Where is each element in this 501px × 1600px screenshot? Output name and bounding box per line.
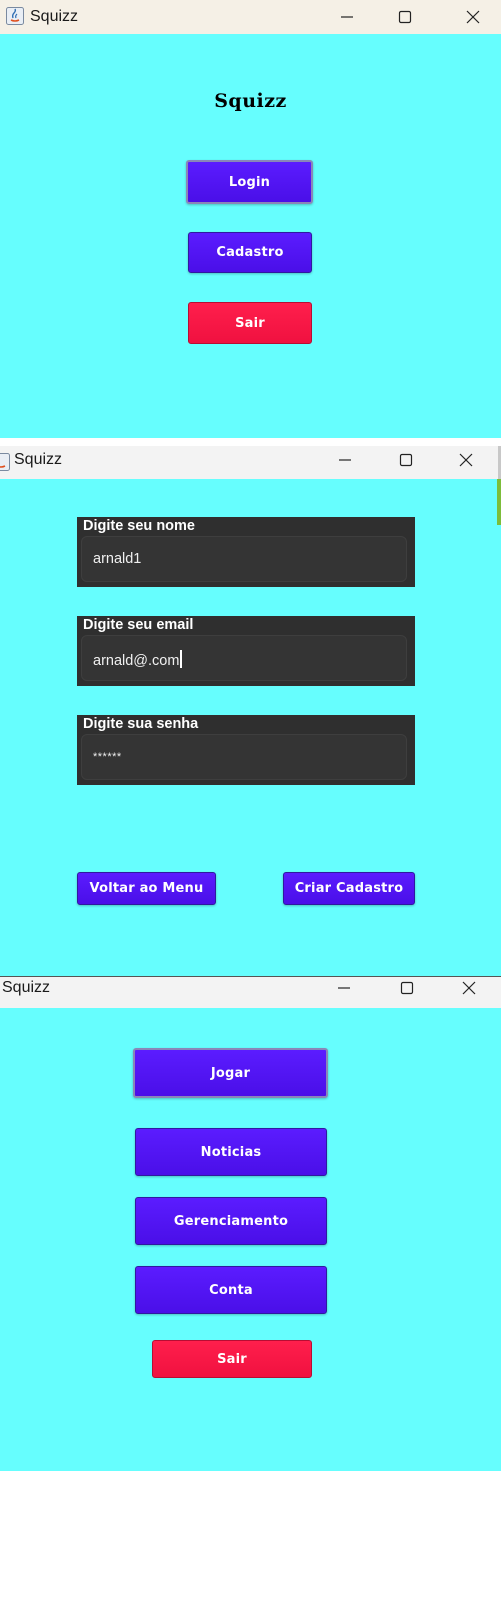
minimize-icon xyxy=(341,16,353,18)
name-value: arnald1 xyxy=(93,551,142,567)
minimize-button[interactable] xyxy=(322,446,368,477)
maximize-icon xyxy=(398,10,412,24)
text-caret xyxy=(180,650,182,668)
maximize-icon xyxy=(399,453,413,467)
minimize-icon xyxy=(338,987,350,989)
window-border-accent xyxy=(497,479,501,525)
name-label: Digite seu nome xyxy=(83,518,195,534)
game-menu-window: Squizz Jogar Noticias Gerenciamento Cont… xyxy=(0,976,501,1471)
signup-form-panel: Digite seu nome arnald1 Digite seu email… xyxy=(0,479,501,978)
title-bar: Squizz xyxy=(0,446,501,479)
minimize-icon xyxy=(339,459,351,461)
back-to-menu-button[interactable]: Voltar ao Menu xyxy=(77,872,216,905)
management-button[interactable]: Gerenciamento xyxy=(135,1197,327,1245)
close-icon xyxy=(462,981,476,995)
password-field-group: Digite sua senha ****** xyxy=(77,715,415,785)
minimize-button[interactable] xyxy=(321,976,367,1005)
email-field-group: Digite seu email arnald@.com xyxy=(77,616,415,686)
minimize-button[interactable] xyxy=(324,0,370,34)
account-button[interactable]: Conta xyxy=(135,1266,327,1314)
maximize-icon xyxy=(400,981,414,995)
close-icon xyxy=(466,10,480,24)
email-value-wrap: arnald@.com xyxy=(93,650,182,669)
signup-window: Squizz Digite seu nome arnald1 Digite se… xyxy=(0,446,501,978)
close-button[interactable] xyxy=(446,976,492,1005)
menu-panel: Squizz Login Cadastro Sair xyxy=(0,34,501,438)
login-menu-window: Squizz Squizz Login Cadastro Sair xyxy=(0,0,501,438)
login-button[interactable]: Login xyxy=(186,160,313,204)
java-app-icon xyxy=(0,453,10,471)
maximize-button[interactable] xyxy=(384,976,430,1005)
window-title: Squizz xyxy=(2,979,51,996)
news-button[interactable]: Noticias xyxy=(135,1128,327,1176)
exit-button[interactable]: Sair xyxy=(188,302,312,344)
password-label: Digite sua senha xyxy=(83,716,199,732)
app-heading: Squizz xyxy=(214,90,287,112)
email-label: Digite seu email xyxy=(83,617,194,633)
java-app-icon xyxy=(6,7,24,25)
email-value: arnald@.com xyxy=(93,653,180,669)
create-account-button[interactable]: Criar Cadastro xyxy=(283,872,415,905)
maximize-button[interactable] xyxy=(382,0,428,34)
name-input[interactable]: arnald1 xyxy=(81,536,407,582)
title-bar: Squizz xyxy=(0,976,501,1009)
signup-button[interactable]: Cadastro xyxy=(188,232,312,273)
close-icon xyxy=(459,453,473,467)
name-field-group: Digite seu nome arnald1 xyxy=(77,517,415,587)
title-bar: Squizz xyxy=(0,0,501,34)
password-input[interactable]: ****** xyxy=(81,734,407,780)
email-input[interactable]: arnald@.com xyxy=(81,635,407,681)
window-title: Squizz xyxy=(14,451,63,468)
exit-button[interactable]: Sair xyxy=(152,1340,312,1378)
password-value: ****** xyxy=(93,751,122,763)
maximize-button[interactable] xyxy=(383,446,429,477)
close-button[interactable] xyxy=(450,0,496,34)
play-button[interactable]: Jogar xyxy=(133,1048,328,1098)
close-button[interactable] xyxy=(443,446,489,477)
window-title: Squizz xyxy=(30,8,79,25)
game-menu-panel: Jogar Noticias Gerenciamento Conta Sair xyxy=(0,1008,501,1471)
